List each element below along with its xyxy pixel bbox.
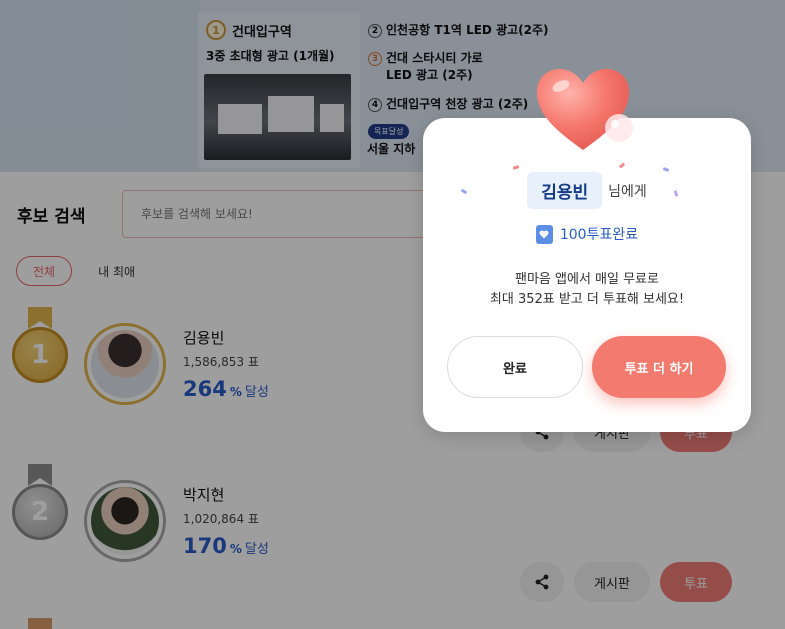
vote-status: 투표완료 [586, 227, 639, 243]
recipient-row: 김용빈 님에게 [423, 172, 751, 209]
vote-complete-status: 100투표완료 [423, 224, 751, 244]
confetti-icon [512, 165, 520, 170]
complete-button[interactable]: 완료 [447, 336, 583, 398]
vote-complete-dialog: 김용빈 님에게 100투표완료 팬마음 앱에서 매일 무료로 최대 352표 받… [423, 118, 751, 432]
vote-count: 100 [559, 227, 587, 243]
vote-more-button[interactable]: 투표 더 하기 [592, 336, 726, 398]
recipient-name: 김용빈 [527, 172, 603, 209]
vote-heart-icon [535, 224, 553, 244]
confetti-icon [618, 162, 626, 169]
recipient-suffix: 님에게 [608, 183, 647, 200]
heart-icon [537, 69, 633, 150]
promo-description: 팬마음 앱에서 매일 무료로 최대 352표 받고 더 투표해 보세요! [489, 272, 685, 307]
